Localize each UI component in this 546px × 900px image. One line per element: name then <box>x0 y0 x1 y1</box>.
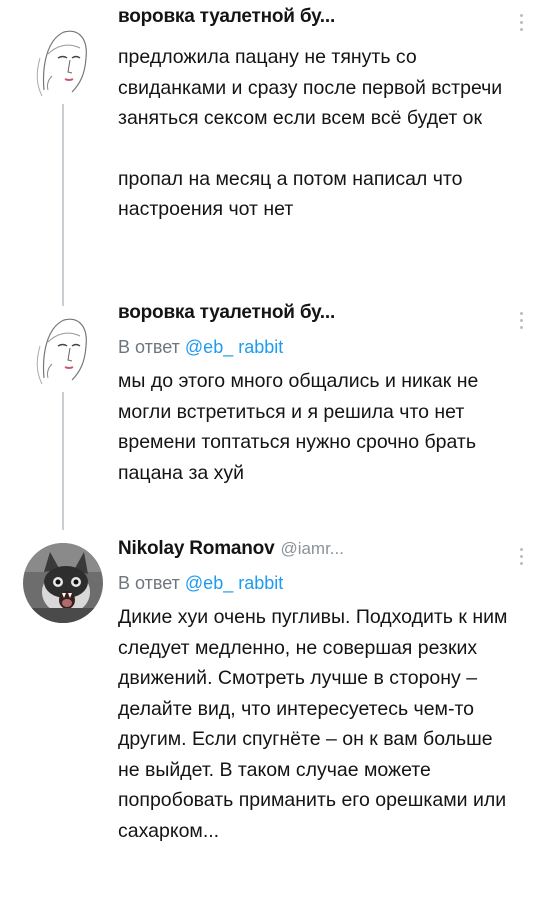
tweet-text: предложила пацану не тянуть со свиданкам… <box>118 42 516 225</box>
reply-to-link[interactable]: @eb_ rabbit <box>185 573 283 593</box>
display-name[interactable]: воровка туалетной бу... <box>118 302 335 324</box>
reply-prefix: В ответ <box>118 573 180 593</box>
user-handle[interactable]: @iamr... <box>280 539 344 559</box>
tweet-2[interactable]: воровка туалетной бу... В ответ @eb_ rab… <box>0 300 546 530</box>
thread-connector-line <box>62 392 64 530</box>
thread-connector-line <box>62 104 64 300</box>
more-options-icon[interactable] <box>518 14 524 31</box>
reply-context: В ответ @eb_ rabbit <box>118 332 516 362</box>
cat-photo-avatar[interactable] <box>22 542 104 624</box>
sketch-woman-avatar[interactable] <box>22 306 104 388</box>
display-name[interactable]: воровка туалетной бу... <box>118 6 335 28</box>
display-name[interactable]: Nikolay Romanov <box>118 538 275 560</box>
reply-to-link[interactable]: @eb_ rabbit <box>185 337 283 357</box>
more-options-icon[interactable] <box>518 312 524 329</box>
tweet-paragraph: Дикие хуи очень пугливы. Подходить к ним… <box>118 606 508 842</box>
tweet-paragraph: предложила пацану не тянуть со свиданкам… <box>118 46 503 129</box>
tweet-paragraph: мы до этого много общались и никак не мо… <box>118 370 479 484</box>
tweet-paragraph: пропал на месяц а потом написал что наст… <box>118 167 463 221</box>
reply-prefix: В ответ <box>118 337 180 357</box>
sketch-woman-avatar[interactable] <box>22 18 104 100</box>
tweet-3[interactable]: Nikolay Romanov @iamr... В ответ @eb_ ra… <box>0 538 546 900</box>
tweet-text: мы до этого много общались и никак не мо… <box>118 366 516 488</box>
tweet-text: Дикие хуи очень пугливы. Подходить к ним… <box>118 602 516 846</box>
tweet-1[interactable]: воровка туалетной бу... предложила пацан… <box>0 0 546 300</box>
more-options-icon[interactable] <box>518 548 524 565</box>
reply-context: В ответ @eb_ rabbit <box>118 568 516 598</box>
